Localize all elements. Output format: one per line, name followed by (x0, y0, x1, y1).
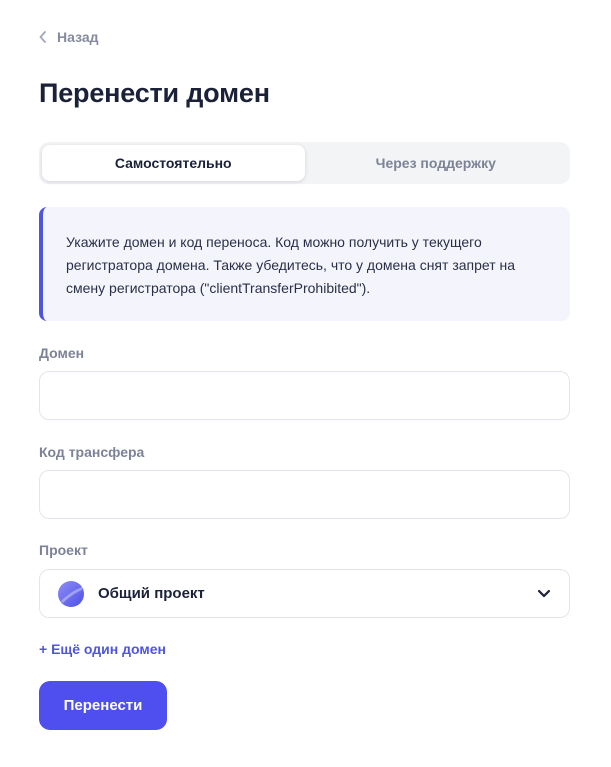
domain-input[interactable] (39, 371, 570, 420)
project-avatar-icon (58, 580, 84, 607)
info-callout: Укажите домен и код переноса. Код можно … (39, 207, 570, 321)
add-domain-link[interactable]: + Ещё один домен (39, 641, 166, 657)
tab-self[interactable]: Самостоятельно (42, 145, 305, 181)
project-select[interactable]: Общий проект (39, 569, 570, 618)
transfer-button[interactable]: Перенести (39, 681, 167, 730)
page-title: Перенести домен (39, 78, 270, 108)
back-link[interactable]: Назад (39, 29, 99, 45)
chevron-down-icon (537, 589, 551, 598)
transfer-domain-page: Назад Перенести домен Самостоятельно Чер… (0, 0, 611, 767)
transfer-code-input[interactable] (39, 470, 570, 519)
mode-tabs: Самостоятельно Через поддержку (39, 142, 570, 184)
tab-support[interactable]: Через поддержку (305, 145, 568, 181)
domain-label: Домен (39, 345, 85, 361)
back-label: Назад (57, 29, 99, 45)
project-select-value: Общий проект (98, 585, 205, 602)
transfer-code-label: Код трансфера (39, 444, 145, 460)
chevron-left-icon (39, 31, 46, 43)
project-label: Проект (39, 542, 88, 558)
